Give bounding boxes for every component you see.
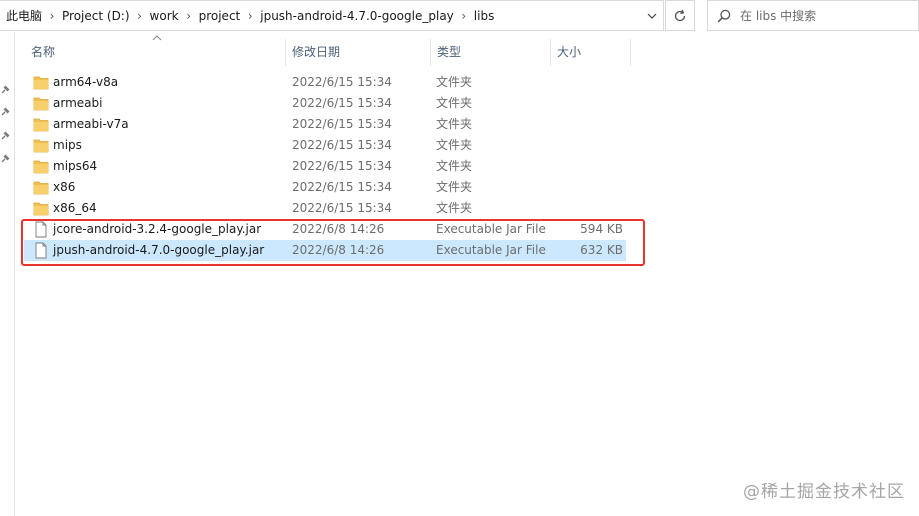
folder-icon (33, 202, 49, 216)
search-box[interactable] (707, 0, 919, 31)
folder-icon (33, 160, 49, 174)
column-divider[interactable] (630, 39, 631, 66)
chevron-right-icon[interactable]: › (133, 9, 147, 23)
highlight-box (21, 219, 645, 266)
search-input[interactable] (740, 8, 910, 23)
file-name: x86 (53, 180, 76, 194)
file-date: 2022/6/15 15:34 (292, 75, 392, 89)
folder-icon (33, 139, 49, 153)
file-name: mips (53, 138, 82, 152)
file-date: 2022/6/15 15:34 (292, 159, 392, 173)
file-type: 文件夹 (436, 75, 473, 89)
breadcrumb-drive-d[interactable]: Project (D:) (59, 9, 133, 23)
file-size (551, 114, 623, 135)
address-bar[interactable]: 此电脑 › Project (D:) › work › project › jp… (0, 0, 664, 31)
file-name: armeabi-v7a (53, 117, 129, 131)
pin-icon (1, 85, 10, 94)
column-header-name[interactable]: 名称 (25, 33, 283, 66)
breadcrumb-project[interactable]: project (196, 9, 244, 23)
watermark: @稀土掘金技术社区 (743, 482, 905, 502)
list-item[interactable]: mips64 2022/6/15 15:34 文件夹 (24, 156, 626, 177)
pin-icon (1, 131, 10, 140)
list-item[interactable]: armeabi 2022/6/15 15:34 文件夹 (24, 93, 626, 114)
chevron-right-icon[interactable]: › (45, 9, 59, 23)
refresh-icon (674, 9, 686, 21)
chevron-down-icon (647, 13, 657, 19)
file-type: 文件夹 (436, 159, 473, 173)
file-type: 文件夹 (436, 117, 473, 131)
breadcrumb: 此电脑 › Project (D:) › work › project › jp… (0, 1, 497, 30)
refresh-button[interactable] (665, 0, 695, 31)
navigation-pane-edge[interactable] (0, 33, 15, 516)
file-name: arm64-v8a (53, 75, 119, 89)
file-date: 2022/6/15 15:34 (292, 138, 392, 152)
folder-icon (33, 76, 49, 90)
toolbar: 此电脑 › Project (D:) › work › project › jp… (0, 0, 919, 33)
breadcrumb-work[interactable]: work (147, 9, 182, 23)
list-item[interactable]: mips 2022/6/15 15:34 文件夹 (24, 135, 626, 156)
chevron-right-icon[interactable]: › (457, 9, 471, 23)
column-header-date[interactable]: 修改日期 (286, 33, 430, 66)
pin-icon (1, 107, 10, 116)
pin-icon (1, 154, 10, 163)
chevron-right-icon[interactable]: › (182, 9, 196, 23)
file-type: 文件夹 (436, 96, 473, 110)
file-type: 文件夹 (436, 180, 473, 194)
list-item[interactable]: arm64-v8a 2022/6/15 15:34 文件夹 (24, 72, 626, 93)
list-item[interactable]: armeabi-v7a 2022/6/15 15:34 文件夹 (24, 114, 626, 135)
file-name: mips64 (53, 159, 98, 173)
address-history-dropdown[interactable] (641, 1, 663, 30)
breadcrumb-jpush-folder[interactable]: jpush-android-4.7.0-google_play (257, 9, 457, 23)
file-size (551, 135, 623, 156)
folder-icon (33, 181, 49, 195)
column-header-size[interactable]: 大小 (551, 33, 629, 66)
file-date: 2022/6/15 15:34 (292, 117, 392, 131)
file-size (551, 156, 623, 177)
breadcrumb-this-pc[interactable]: 此电脑 (3, 7, 45, 24)
file-size (551, 93, 623, 114)
file-type: 文件夹 (436, 138, 473, 152)
chevron-right-icon[interactable]: › (243, 9, 257, 23)
file-size (551, 72, 623, 93)
column-header-row: 名称 修改日期 类型 大小 (15, 33, 919, 66)
file-name: armeabi (53, 96, 103, 110)
folder-icon (33, 97, 49, 111)
list-item[interactable]: x86_64 2022/6/15 15:34 文件夹 (24, 198, 626, 219)
file-date: 2022/6/15 15:34 (292, 180, 392, 194)
file-size (551, 198, 623, 219)
folder-icon (33, 118, 49, 132)
breadcrumb-libs[interactable]: libs (471, 9, 498, 23)
file-date: 2022/6/15 15:34 (292, 96, 392, 110)
file-date: 2022/6/15 15:34 (292, 201, 392, 215)
file-type: 文件夹 (436, 201, 473, 215)
file-size (551, 177, 623, 198)
list-item[interactable]: x86 2022/6/15 15:34 文件夹 (24, 177, 626, 198)
search-icon (717, 9, 731, 22)
column-header-type[interactable]: 类型 (431, 33, 549, 66)
file-name: x86_64 (53, 201, 97, 215)
